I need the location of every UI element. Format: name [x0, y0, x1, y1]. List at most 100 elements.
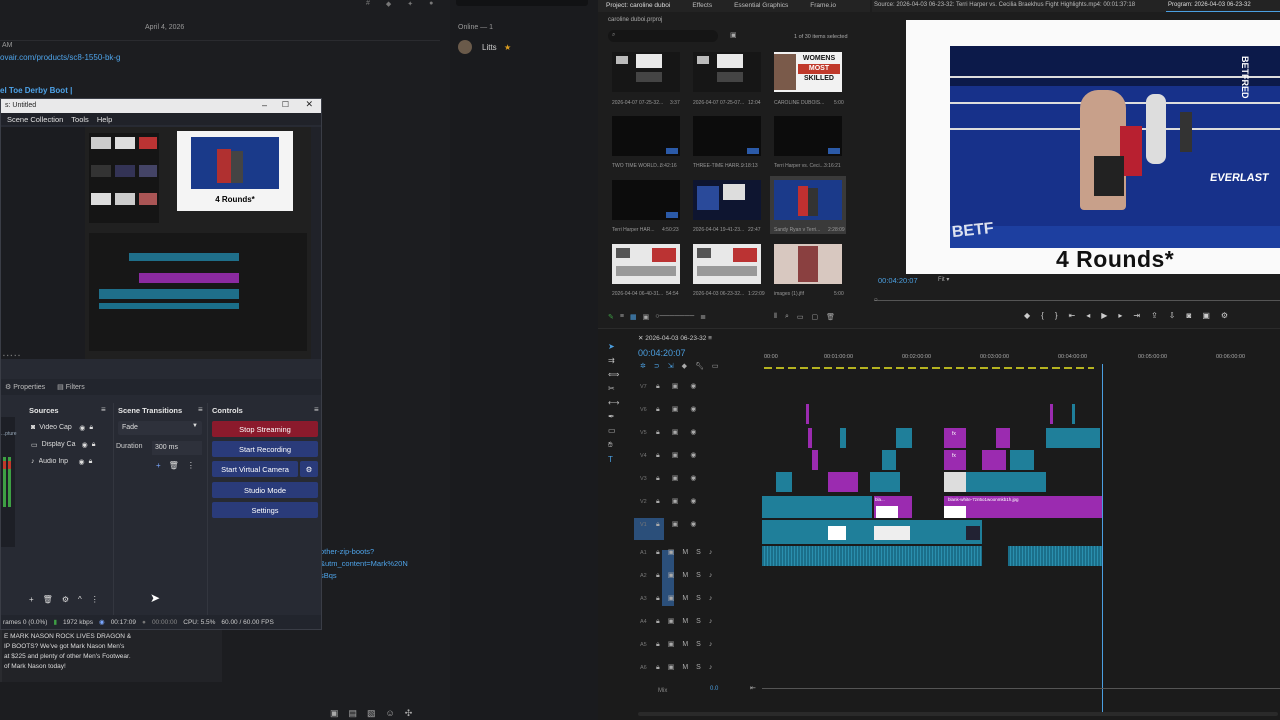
- comparison-icon[interactable]: ▣: [1202, 311, 1210, 320]
- audio-track-controls-icon[interactable]: 🔒︎▣MS♪: [656, 617, 720, 626]
- delete-icon[interactable]: 🗑︎: [826, 313, 835, 321]
- move-up-icon[interactable]: ^: [78, 595, 82, 604]
- clip[interactable]: [840, 428, 846, 448]
- settings-button[interactable]: Settings: [212, 502, 318, 518]
- audio-track-controls-icon[interactable]: 🔒︎▣MS♪: [656, 640, 720, 649]
- source-audio-input[interactable]: ♪ Audio Inp ◉ 🔒︎: [31, 453, 109, 470]
- studio-mode-button[interactable]: Studio Mode: [212, 482, 318, 498]
- tab-project[interactable]: Project: caroline duboi: [606, 2, 670, 10]
- preview-scrollbar[interactable]: [311, 127, 321, 359]
- thumbnail[interactable]: [693, 244, 761, 284]
- project-search-input[interactable]: ⌕: [608, 30, 718, 42]
- track-controls-icon[interactable]: 🔒︎▣◉: [656, 520, 708, 529]
- emoji-icon[interactable]: ☺: [386, 708, 395, 719]
- close-icon[interactable]: ✕: [305, 99, 313, 110]
- thumbnail[interactable]: [693, 180, 761, 220]
- snap-icon[interactable]: ✲: [640, 362, 646, 370]
- lock-icon[interactable]: 🔒︎: [89, 458, 93, 466]
- settings-icon[interactable]: ⚙: [1221, 311, 1228, 320]
- thumbnail[interactable]: [612, 180, 680, 220]
- clip[interactable]: [1072, 404, 1075, 424]
- audio-clip[interactable]: [762, 546, 982, 566]
- audio-track-header[interactable]: A1 🔒︎▣MS♪: [598, 544, 758, 567]
- track-controls-icon[interactable]: 🔒︎▣◉: [656, 474, 708, 483]
- add-marker-icon[interactable]: ◆: [682, 362, 687, 370]
- sequence-tab[interactable]: ✕ 2026-04-03 06-23-32 ≡: [638, 334, 712, 342]
- thumbnail-womens[interactable]: WOMENS MOST SKILLED: [774, 52, 842, 92]
- clip-v1[interactable]: [762, 520, 982, 544]
- audio-clip[interactable]: [1008, 546, 1102, 566]
- clip[interactable]: [870, 472, 900, 492]
- linked-selection-icon[interactable]: ⊃: [654, 362, 660, 370]
- insert-sequence-icon[interactable]: ⇲: [668, 362, 674, 370]
- video-track-header[interactable]: V7 🔒︎▣◉: [598, 380, 758, 403]
- track-controls-icon[interactable]: 🔒︎▣◉: [656, 382, 708, 391]
- menu-scene-collection[interactable]: Scene Collection: [7, 115, 63, 124]
- audio-track-controls-icon[interactable]: 🔒︎▣MS♪: [656, 594, 720, 603]
- go-to-in-icon[interactable]: ⇤: [1069, 311, 1076, 320]
- clip[interactable]: [1010, 450, 1034, 470]
- step-back-icon[interactable]: ◂: [1086, 311, 1090, 320]
- new-bin-icon[interactable]: ▣: [730, 31, 737, 39]
- timeline-ruler[interactable]: 00:00 00:01:00:00 00:02:00:00 00:03:00:0…: [762, 352, 1280, 372]
- video-track-header[interactable]: V3 🔒︎▣◉: [598, 472, 758, 495]
- go-to-out-icon[interactable]: ⇥: [1133, 311, 1140, 320]
- clip[interactable]: [776, 472, 792, 492]
- thumbnail[interactable]: [612, 52, 680, 92]
- virtual-camera-settings-button[interactable]: ⚙: [300, 461, 318, 477]
- pencil-icon[interactable]: ✎: [608, 313, 614, 321]
- clip[interactable]: [882, 450, 896, 470]
- mix-value[interactable]: 0.0: [710, 686, 718, 692]
- zoom-slider[interactable]: ○───────: [655, 313, 694, 321]
- link-line-2[interactable]: &utm_content=Mark%20N: [320, 558, 408, 570]
- eye-icon[interactable]: ◉: [82, 441, 88, 449]
- eye-icon[interactable]: ◉: [79, 424, 85, 432]
- mark-out-icon[interactable]: }: [1055, 311, 1058, 320]
- more-icon[interactable]: ⋮: [91, 595, 99, 604]
- dock-menu-icon[interactable]: ≡: [101, 405, 106, 414]
- source-display-capture[interactable]: ▭ Display Ca ◉ 🔒︎: [31, 436, 109, 453]
- program-scrubber[interactable]: [874, 300, 1280, 301]
- clip[interactable]: [996, 428, 1010, 448]
- track-controls-icon[interactable]: 🔒︎▣◉: [656, 428, 708, 437]
- audio-track-header[interactable]: A4 🔒︎▣MS♪: [598, 613, 758, 636]
- menu-tools[interactable]: Tools: [71, 115, 89, 124]
- embed-title[interactable]: el Toe Derby Boot |: [0, 86, 72, 95]
- minimize-icon[interactable]: –: [262, 100, 267, 110]
- menu-help[interactable]: Help: [97, 115, 112, 124]
- properties-button[interactable]: ⚙ Properties: [5, 383, 45, 391]
- audio-track-controls-icon[interactable]: 🔒︎▣MS♪: [656, 548, 720, 557]
- member-name[interactable]: Litts: [482, 43, 497, 52]
- marker-icon[interactable]: ◆: [1024, 311, 1030, 320]
- pin-icon[interactable]: ✦: [407, 0, 413, 8]
- link-line-1[interactable]: other-zip-boots?: [320, 546, 408, 558]
- track-controls-icon[interactable]: 🔒︎▣◉: [656, 405, 708, 414]
- thumbnail-selected[interactable]: [770, 176, 846, 234]
- eye-icon[interactable]: ◉: [79, 458, 85, 466]
- audio-track-header[interactable]: A3 🔒︎▣MS♪: [598, 590, 758, 613]
- discord-search-input[interactable]: [456, 0, 588, 6]
- thumbnail[interactable]: [774, 244, 842, 284]
- thumbnail[interactable]: [693, 116, 761, 156]
- fit-dropdown[interactable]: Fit ▾: [938, 276, 949, 283]
- thumbnail[interactable]: [693, 52, 761, 92]
- lock-icon[interactable]: 🔒︎: [92, 441, 96, 449]
- clip[interactable]: fx: [944, 450, 966, 470]
- new-bin-icon[interactable]: ▭: [797, 313, 804, 321]
- timeline-scrollbar[interactable]: [638, 712, 1278, 716]
- audio-track-header[interactable]: A6 🔒︎▣MS♪: [598, 659, 758, 682]
- lock-icon[interactable]: 🔒︎: [89, 424, 93, 432]
- embed-link-lines[interactable]: other-zip-boots? &utm_content=Mark%20N s…: [320, 546, 408, 582]
- wrench-icon[interactable]: 🔧︎: [695, 362, 704, 370]
- obs-preview-canvas[interactable]: 4 Rounds* ▪▪▪▪▪: [1, 127, 311, 359]
- program-monitor[interactable]: BETFRED EVERLAST BETF 4 Rounds*: [906, 20, 1280, 274]
- mix-collapse-icon[interactable]: ⇤: [750, 684, 756, 692]
- lift-icon[interactable]: ⇪: [1151, 311, 1158, 320]
- obs-titlebar[interactable]: s: Untitled – ☐ ✕: [1, 99, 321, 113]
- clip[interactable]: [812, 450, 818, 470]
- clip[interactable]: [828, 472, 858, 492]
- clip[interactable]: [808, 428, 812, 448]
- gift-icon[interactable]: ▣: [330, 708, 339, 719]
- track-select-icon[interactable]: ⇉: [608, 356, 619, 365]
- export-frame-icon[interactable]: ◙: [1187, 311, 1192, 320]
